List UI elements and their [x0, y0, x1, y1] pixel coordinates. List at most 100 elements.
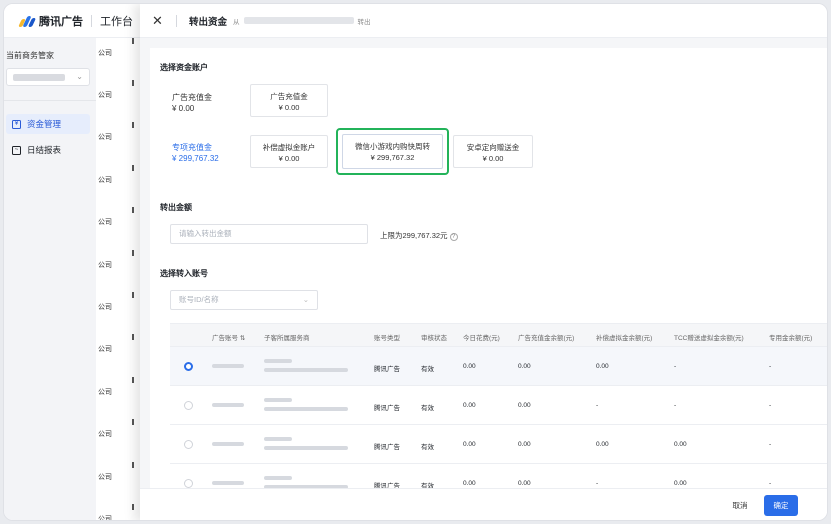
from-label: 从 — [233, 18, 240, 26]
workbench-link[interactable]: 工作台 — [100, 13, 133, 29]
table-cell: 公司 — [96, 207, 140, 227]
cancel-button[interactable]: 取消 — [722, 495, 758, 516]
column-header: 子客所属服务商 — [264, 335, 310, 342]
column-header: TCC赠送虚拟金余额(元) — [674, 335, 744, 342]
sidebar: 当前商务管家 ⌄ ¥ 资金管理 ~ 日结报表 — [4, 38, 96, 520]
redacted-provider — [264, 407, 348, 411]
fund-box-amount: ¥ 0.00 — [278, 154, 300, 163]
special-recharge-name: 专项充值金 — [172, 143, 212, 152]
app-window: 腾讯广告 工作台 当前商务管家 ⌄ ¥ 资金管理 ~ 日结报表 公司 公司 公司… — [3, 3, 828, 521]
manager-select[interactable]: ⌄ — [6, 68, 90, 86]
row-radio[interactable] — [184, 440, 193, 449]
cell-special: - — [769, 480, 772, 487]
tencent-ads-logo-icon — [18, 15, 37, 27]
confirm-button[interactable]: 确定 — [764, 495, 798, 516]
row-radio[interactable] — [184, 401, 193, 410]
cell-recharge: 0.00 — [518, 402, 531, 409]
cell-tcc: 0.00 — [674, 441, 687, 448]
top-bar: 腾讯广告 工作台 — [4, 4, 140, 38]
section-title-target: 选择转入账号 — [160, 269, 208, 278]
column-header[interactable]: 广告账号 ⇅ — [212, 332, 245, 342]
amount-input[interactable]: 请输入转出金额 — [170, 224, 368, 244]
cell-spend: 0.00 — [463, 363, 476, 370]
column-header: 审核状态 — [421, 335, 447, 342]
ad-recharge-label: 广告充值金 ¥ 0.00 — [172, 92, 212, 114]
cell-special: - — [769, 441, 772, 448]
drawer-body: 选择资金账户 广告充值金 ¥ 0.00 广告充值金 ¥ 0.00 专项充值金 ¥… — [140, 38, 827, 503]
account-search-select[interactable]: 账号ID/名称 ⌄ — [170, 290, 318, 310]
cell-status: 有效 — [421, 405, 434, 412]
amount-limit: 上限为299,767.32元? — [380, 230, 458, 241]
drawer-header: ✕ 转出资金 从 转出 — [140, 4, 827, 38]
cell-recharge: 0.00 — [518, 441, 531, 448]
close-icon[interactable]: ✕ — [152, 13, 166, 29]
fund-box-label: 安卓定向赠送金 — [466, 143, 520, 152]
cell-spend: 0.00 — [463, 441, 476, 448]
table-cell: 公司 — [96, 462, 140, 482]
sidebar-item-label: 日结报表 — [27, 145, 62, 155]
redacted-account-id — [212, 403, 244, 407]
table-cell: 公司 — [96, 165, 140, 185]
fund-box-android-gift[interactable]: 安卓定向赠送金 ¥ 0.00 — [453, 135, 533, 168]
chevron-down-icon: ⌄ — [302, 295, 309, 304]
redacted-account-id — [212, 481, 244, 485]
wallet-icon: ¥ — [12, 119, 21, 129]
table-row[interactable]: 腾讯广告 有效 0.00 0.00 0.00 0.00 - — [170, 425, 827, 464]
redacted-provider — [264, 476, 292, 480]
table-cell: 公司 — [96, 80, 140, 100]
fund-box-amount: ¥ 0.00 — [482, 154, 504, 163]
cell-compensation: 0.00 — [596, 363, 609, 370]
cell-compensation: 0.00 — [596, 441, 609, 448]
help-icon[interactable]: ? — [449, 233, 458, 241]
table-cell: 公司 — [96, 377, 140, 397]
table-header: 广告账号 ⇅ 子客所属服务商 账号类型 审核状态 今日花费(元) 广告充值金余额… — [170, 323, 827, 347]
column-header: 广告充值金余额(元) — [518, 335, 575, 342]
cell-tcc: - — [674, 363, 677, 370]
fund-box-label: 广告充值金 — [270, 92, 308, 101]
row-radio[interactable] — [184, 479, 193, 488]
fund-box-label: 微信小游戏内购快周转 — [355, 142, 430, 151]
fund-box-ad-recharge[interactable]: 广告充值金 ¥ 0.00 — [250, 84, 328, 117]
cell-special: - — [769, 402, 772, 409]
redacted-provider — [264, 359, 292, 363]
table-cell: 公司 — [96, 250, 140, 270]
redacted-provider — [264, 437, 292, 441]
column-header: 账号类型 — [374, 335, 400, 342]
sidebar-item-daily-report[interactable]: ~ 日结报表 — [6, 140, 90, 160]
divider — [176, 14, 177, 27]
sidebar-item-label: 资金管理 — [27, 119, 62, 129]
cell-recharge: 0.00 — [518, 480, 531, 487]
special-recharge-label: 专项充值金 ¥ 299,767.32 — [172, 142, 219, 164]
table-cell: 公司 — [96, 38, 140, 58]
cell-compensation: - — [596, 402, 599, 409]
cell-status: 有效 — [421, 366, 434, 373]
ad-recharge-amount: ¥ 0.00 — [172, 104, 195, 113]
ad-recharge-name: 广告充值金 — [172, 93, 212, 102]
cell-spend: 0.00 — [463, 480, 476, 487]
form-card: 选择资金账户 广告充值金 ¥ 0.00 广告充值金 ¥ 0.00 专项充值金 ¥… — [150, 48, 827, 503]
chevron-down-icon: ⌄ — [76, 72, 83, 81]
background-table: 公司 公司 公司 公司 公司 公司 公司 公司 公司 公司 公司 公司 — [96, 38, 140, 520]
redacted-provider — [264, 368, 348, 372]
row-radio[interactable] — [184, 362, 193, 371]
column-header: 专用金余额(元) — [769, 335, 813, 342]
fund-box-wechat-minigame[interactable]: 微信小游戏内购快周转 ¥ 299,767.32 — [342, 134, 443, 169]
table-row[interactable]: 腾讯广告 有效 0.00 0.00 - - - — [170, 386, 827, 425]
cell-special: - — [769, 363, 772, 370]
table-row[interactable]: 腾讯广告 有效 0.00 0.00 0.00 - - — [170, 347, 827, 386]
brand-logo[interactable]: 腾讯广告 — [18, 13, 83, 29]
sort-icon: ⇅ — [239, 335, 246, 342]
sidebar-item-fund-management[interactable]: ¥ 资金管理 — [6, 114, 90, 134]
redacted-account-id — [212, 364, 244, 368]
out-label: 转出 — [357, 18, 371, 26]
redacted-account-id — [212, 442, 244, 446]
cell-spend: 0.00 — [463, 402, 476, 409]
manager-select-value — [13, 74, 65, 81]
cell-tcc: - — [674, 402, 677, 409]
fund-box-compensation[interactable]: 补偿虚拟金账户 ¥ 0.00 — [250, 135, 328, 168]
special-recharge-amount: ¥ 299,767.32 — [172, 154, 219, 163]
fund-box-amount: ¥ 0.00 — [278, 103, 300, 112]
amount-limit-text: 上限为299,767.32元 — [380, 231, 448, 240]
cell-type: 腾讯广告 — [374, 444, 400, 451]
section-title-account: 选择资金账户 — [160, 63, 208, 72]
